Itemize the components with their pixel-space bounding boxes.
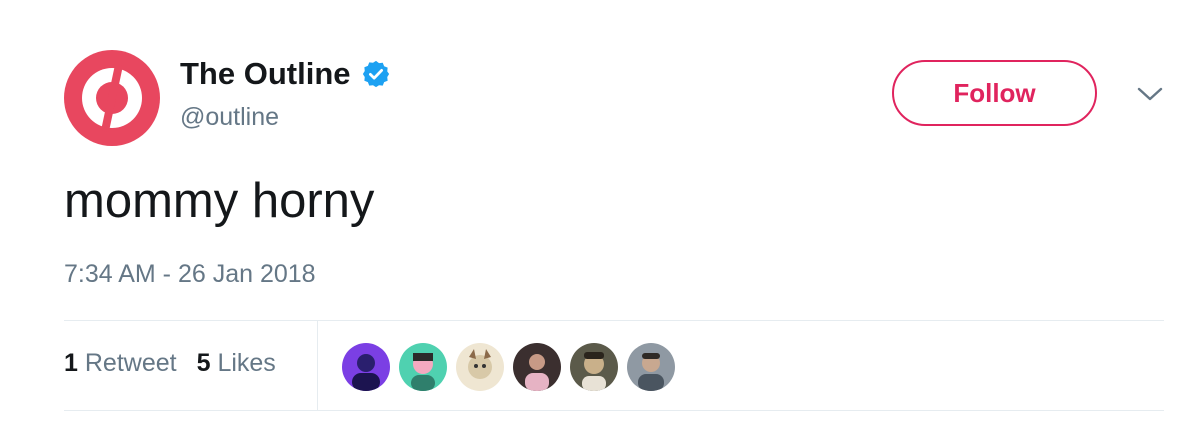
likes-stat[interactable]: 5 Likes [197,349,276,378]
tweet-stats: 1 Retweet 5 Likes [64,349,276,378]
liker-avatar[interactable] [456,343,504,391]
stats-divider-vertical [317,321,318,410]
liker-avatar[interactable] [399,343,447,391]
retweets-label: Retweet [84,349,177,377]
tweet-text: mommy horny [64,174,375,228]
liker-avatar[interactable] [570,343,618,391]
liker-avatar-3-icon [456,343,504,391]
liker-avatar-6-icon [627,343,675,391]
author-display-name[interactable]: The Outline [180,56,351,92]
tweet-timestamp[interactable]: 7:34 AM - 26 Jan 2018 [64,260,316,289]
follow-button[interactable]: Follow [892,60,1097,126]
verified-badge-icon [362,60,389,88]
chevron-down-icon[interactable] [1136,84,1164,104]
liker-avatar-2-icon [399,343,447,391]
stats-divider-top [64,320,1164,321]
retweets-stat[interactable]: 1 Retweet [64,349,177,378]
liker-avatar-4-icon [513,343,561,391]
liker-avatar-5-icon [570,343,618,391]
likes-count: 5 [196,349,211,377]
stats-divider-bottom [64,410,1164,411]
liker-avatars [342,343,675,391]
author-avatar[interactable] [64,50,160,146]
liker-avatar[interactable] [342,343,390,391]
retweets-count: 1 [64,349,78,377]
author-name-row: The Outline [180,56,391,92]
liker-avatar[interactable] [627,343,675,391]
liker-avatar[interactable] [513,343,561,391]
likes-label: Likes [217,349,276,377]
author-handle[interactable]: @outline [180,103,279,132]
the-outline-logo-icon [64,50,160,146]
liker-avatar-1-icon [342,343,390,391]
